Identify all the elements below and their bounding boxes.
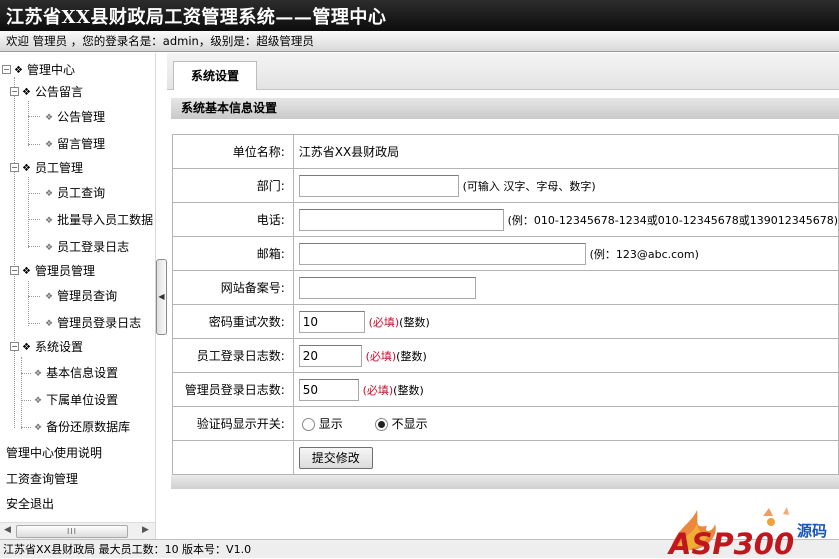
- tree-leaf-icon: ❖: [45, 112, 54, 123]
- logo-suffix: 源码: [797, 522, 827, 540]
- tree-group-admins[interactable]: − ❖ 管理员管理: [10, 261, 95, 281]
- email-hint: (例：123@abc.com): [589, 247, 699, 261]
- radio-show-icon[interactable]: [301, 418, 315, 431]
- integer-note: (整数): [399, 315, 430, 329]
- main-content: 系统设置 系统基本信息设置 单位名称: 江苏省XX县财政局 部门: (可输入 汉…: [167, 53, 839, 539]
- sidebar-item-basic-info-settings[interactable]: ❖ 基本信息设置: [34, 363, 118, 383]
- asp300-logo: ASP300 源码: [663, 504, 839, 558]
- form-row-unit-name: 单位名称: 江苏省XX县财政局: [172, 134, 839, 169]
- sidebar-item-admin-login-log[interactable]: ❖ 管理员登录日志: [45, 313, 141, 333]
- logo-text: ASP300: [667, 527, 794, 558]
- phone-hint: (例：010-12345678-1234或010-12345678或139012…: [507, 213, 838, 227]
- tree-leaf-icon: ❖: [45, 291, 54, 302]
- scroll-right-icon[interactable]: ▶: [142, 525, 149, 535]
- sidebar-link-manual[interactable]: 管理中心使用说明: [6, 442, 102, 464]
- phone-input[interactable]: [298, 208, 504, 231]
- flame-logo-icon: ASP300 源码: [667, 507, 827, 558]
- tree-leaf-icon: ❖: [45, 215, 54, 226]
- form-row-captcha-toggle: 验证码显示开关: 显示 不显示: [172, 406, 839, 441]
- tree-group-employees[interactable]: − ❖ 员工管理: [10, 158, 83, 178]
- tree-node-icon: ❖: [14, 64, 23, 76]
- icp-input[interactable]: [298, 276, 476, 299]
- integer-note: (整数): [396, 349, 427, 363]
- integer-note: (整数): [393, 383, 424, 397]
- radio-hide-icon[interactable]: [374, 418, 388, 431]
- employee-log-count-label: 员工登录日志数:: [172, 338, 294, 373]
- required-marker: (必填): [365, 349, 397, 363]
- tree-root[interactable]: − ❖ 管理中心: [2, 60, 75, 80]
- sidebar-item-backup-restore[interactable]: ❖ 备份还原数据库: [34, 417, 130, 437]
- sidebar-link-logout[interactable]: 安全退出: [6, 493, 54, 515]
- department-hint: (可输入 汉字、字母、数字): [462, 179, 596, 193]
- settings-form: 单位名称: 江苏省XX县财政局 部门: (可输入 汉字、字母、数字) 电话: (…: [172, 134, 839, 475]
- required-marker: (必填): [362, 383, 394, 397]
- unit-name-value: 江苏省XX县财政局: [298, 145, 400, 159]
- scroll-left-icon[interactable]: ◀: [4, 525, 11, 535]
- tree-leaf-icon: ❖: [45, 188, 54, 199]
- sidebar-item-announcement-management[interactable]: ❖ 公告管理: [45, 107, 105, 127]
- app-title: 江苏省XX县财政局工资管理系统——管理中心: [6, 7, 387, 28]
- sidebar-item-employee-login-log[interactable]: ❖ 员工登录日志: [45, 237, 129, 257]
- form-row-icp: 网站备案号:: [172, 270, 839, 305]
- unit-name-label: 单位名称:: [172, 134, 294, 169]
- email-input[interactable]: [298, 242, 586, 265]
- email-label: 邮箱:: [172, 236, 294, 271]
- sidebar-item-subunit-settings[interactable]: ❖ 下属单位设置: [34, 390, 118, 410]
- admin-log-count-input[interactable]: 50: [298, 378, 359, 401]
- tree-group-system-settings[interactable]: − ❖ 系统设置: [10, 337, 83, 357]
- tree-leaf-icon: ❖: [34, 422, 43, 433]
- collapse-icon[interactable]: −: [2, 65, 11, 74]
- collapse-sidebar-icon[interactable]: ◀: [156, 259, 167, 335]
- radio-hide[interactable]: 不显示: [374, 417, 428, 431]
- sidebar-item-batch-import[interactable]: ❖ 批量导入员工数据: [45, 210, 153, 230]
- form-row-employee-log-count: 员工登录日志数: 20 (必填)(整数): [172, 338, 839, 373]
- sidebar-item-employee-query[interactable]: ❖ 员工查询: [45, 183, 105, 203]
- department-label: 部门:: [172, 168, 294, 203]
- tree-node-icon: ❖: [22, 265, 31, 277]
- form-row-admin-log-count: 管理员登录日志数: 50 (必填)(整数): [172, 372, 839, 407]
- tree-leaf-icon: ❖: [34, 395, 43, 406]
- form-row-phone: 电话: (例：010-12345678-1234或010-12345678或13…: [172, 202, 839, 237]
- section-title: 系统基本信息设置: [171, 98, 839, 119]
- form-row-email: 邮箱: (例：123@abc.com): [172, 236, 839, 271]
- sidebar-item-message-management[interactable]: ❖ 留言管理: [45, 134, 105, 154]
- sidebar-horizontal-scrollbar[interactable]: ◀ III ▶: [0, 522, 155, 540]
- scrollbar-thumb[interactable]: III: [16, 525, 128, 538]
- tree-node-icon: ❖: [22, 162, 31, 174]
- required-marker: (必填): [368, 315, 400, 329]
- sidebar-link-salary-query[interactable]: 工资查询管理: [6, 468, 78, 490]
- phone-label: 电话:: [172, 202, 294, 237]
- password-retries-input[interactable]: 10: [298, 310, 365, 333]
- title-bar: 江苏省XX县财政局工资管理系统——管理中心: [0, 0, 839, 31]
- department-input[interactable]: [298, 174, 459, 197]
- sidebar: − ❖ 管理中心 − ❖ 公告留言 ❖ 公告管理 ❖ 留言管理 − ❖ 员工管理 ❖ 员工查询 ❖…: [0, 53, 155, 539]
- tree-leaf-icon: ❖: [45, 139, 54, 150]
- collapse-icon[interactable]: −: [10, 163, 19, 172]
- collapse-icon[interactable]: −: [10, 266, 19, 275]
- welcome-bar: 欢迎 管理员 ，您的登录名是：admin，级别是：超级管理员: [0, 31, 839, 52]
- form-row-submit: 提交修改: [172, 440, 839, 475]
- tab-bar: 系统设置: [167, 53, 839, 90]
- collapse-icon[interactable]: −: [10, 87, 19, 96]
- radio-show[interactable]: 显示: [301, 417, 343, 431]
- main-footer-bar: [171, 475, 839, 489]
- collapse-icon[interactable]: −: [10, 342, 19, 351]
- employee-log-count-input[interactable]: 20: [298, 344, 362, 367]
- tree-node-icon: ❖: [22, 86, 31, 98]
- tree-leaf-icon: ❖: [45, 242, 54, 253]
- tab-system-settings[interactable]: 系统设置: [173, 61, 257, 90]
- tree-leaf-icon: ❖: [34, 368, 43, 379]
- form-row-department: 部门: (可输入 汉字、字母、数字): [172, 168, 839, 203]
- password-retries-label: 密码重试次数:: [172, 304, 294, 339]
- captcha-toggle-label: 验证码显示开关:: [172, 406, 294, 441]
- tree-node-icon: ❖: [22, 341, 31, 353]
- admin-log-count-label: 管理员登录日志数:: [172, 372, 294, 407]
- sidebar-item-admin-query[interactable]: ❖ 管理员查询: [45, 286, 117, 306]
- tree-group-announcements[interactable]: − ❖ 公告留言: [10, 82, 83, 102]
- form-row-password-retries: 密码重试次数: 10 (必填)(整数): [172, 304, 839, 339]
- tree-leaf-icon: ❖: [45, 318, 54, 329]
- icp-label: 网站备案号:: [172, 270, 294, 305]
- submit-button[interactable]: 提交修改: [298, 446, 373, 469]
